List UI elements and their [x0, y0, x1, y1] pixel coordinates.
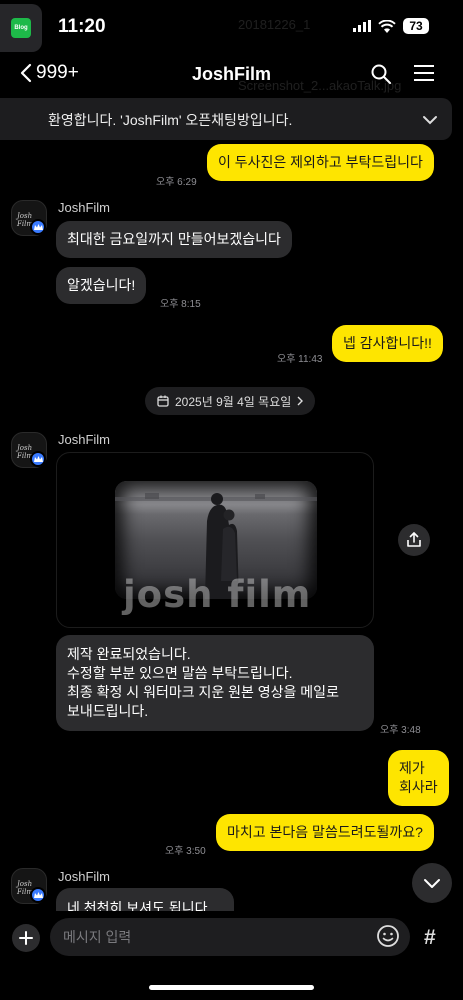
emoji-icon [377, 925, 399, 947]
message-time: 오후 3:48 [380, 725, 421, 736]
my-message-bubble[interactable]: 넵 감사합니다!! [332, 325, 443, 362]
notice-expand-button[interactable] [422, 112, 438, 130]
my-message-bubble[interactable]: 마치고 본다음 말씀드려도될까요? [216, 814, 434, 851]
background-text-1: 20181226_1 [238, 17, 311, 32]
sender-name: JoshFilm [58, 200, 111, 215]
menu-button[interactable] [413, 64, 435, 87]
back-chevron-icon [20, 63, 32, 83]
emoji-button[interactable] [376, 924, 400, 953]
crown-icon [30, 451, 46, 467]
partial-message: 네 천천히 보셔도 됩니다 [56, 888, 234, 911]
share-button[interactable] [398, 524, 430, 556]
crown-icon [30, 219, 46, 235]
message-line: 회사라 [399, 779, 438, 795]
plus-icon [19, 931, 33, 945]
video-message[interactable]: josh film [56, 452, 374, 628]
message-line: 보내드립니다. [67, 703, 149, 719]
crown-icon [30, 887, 46, 903]
chevron-down-icon [424, 878, 440, 888]
chevron-right-icon [297, 396, 304, 406]
back-button[interactable]: 999+ [20, 62, 79, 84]
video-watermark: josh film [123, 573, 312, 616]
attach-button[interactable] [12, 924, 40, 952]
their-message-bubble[interactable]: 네 천천히 보셔도 됩니다 [56, 888, 234, 911]
chat-header: 999+ JoshFilm [0, 52, 463, 98]
search-button[interactable] [371, 64, 391, 89]
my-message-bubble[interactable]: 제가 회사라 [388, 750, 449, 806]
message-time: 오후 11:43 [277, 354, 323, 365]
message-line: 제작 완료되었습니다. [67, 646, 191, 662]
blog-icon: Blog [11, 18, 31, 38]
share-icon [407, 532, 421, 547]
my-message-bubble[interactable]: 이 두사진은 제외하고 부탁드립니다 [207, 144, 434, 181]
message-time: 오후 6:29 [156, 177, 197, 188]
their-message-bubble[interactable]: 최대한 금요일까지 만들어보겠습니다 [56, 221, 292, 258]
sender-name: JoshFilm [58, 869, 111, 884]
notice-text: 환영합니다. 'JoshFilm' 오픈채팅방입니다. [48, 112, 293, 128]
menu-icon [414, 65, 434, 81]
calendar-icon [157, 395, 169, 407]
notice-banner[interactable]: 환영합니다. 'JoshFilm' 오픈채팅방입니다. [0, 98, 452, 140]
message-line: 제가 [399, 760, 425, 776]
date-divider[interactable]: 2025년 9월 4일 목요일 [145, 387, 316, 415]
their-message-bubble[interactable]: 제작 완료되었습니다. 수정할 부분 있으면 말씀 부탁드립니다. 최종 확정 … [56, 635, 374, 731]
date-text: 2025년 9월 4일 목요일 [175, 394, 292, 409]
search-icon [371, 64, 391, 84]
sender-name: JoshFilm [58, 432, 111, 447]
scroll-to-bottom-button[interactable] [412, 863, 452, 903]
message-time: 오후 3:50 [165, 846, 206, 857]
message-time: 오후 8:15 [160, 299, 201, 310]
hashtag-button[interactable]: # [424, 926, 436, 950]
home-indicator[interactable] [149, 985, 314, 990]
message-line: 최종 확정 시 워터마크 지운 원본 영상을 메일로 [67, 684, 339, 700]
chevron-down-icon [423, 116, 437, 125]
message-input-bar: # [0, 914, 463, 1000]
status-time: 11:20 [58, 16, 106, 37]
message-input[interactable] [50, 918, 410, 956]
message-line: 수정할 부분 있으면 말씀 부탁드립니다. [67, 665, 293, 681]
their-message-bubble[interactable]: 알겠습니다! [56, 267, 147, 304]
unread-count: 999+ [36, 62, 79, 83]
notice-badge[interactable]: Blog [0, 4, 42, 52]
